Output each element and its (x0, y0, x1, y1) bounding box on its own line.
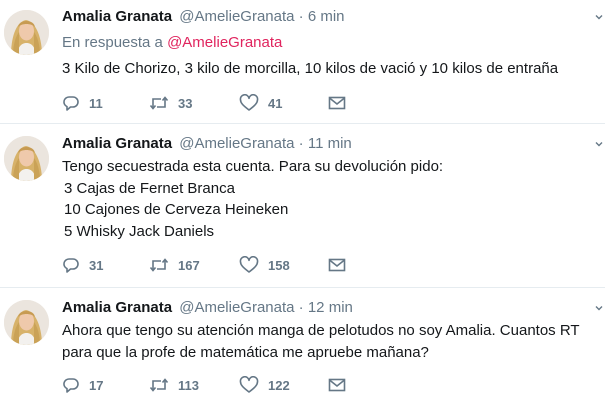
reply-icon (62, 94, 80, 112)
reply-icon (62, 256, 80, 274)
timestamp[interactable]: 12 min (308, 299, 353, 316)
retweet-icon (149, 94, 169, 112)
tweet-text-line: para que la profe de matemática me aprue… (62, 343, 429, 361)
tweet-text-line: Ahora que tengo su atención manga de pel… (62, 322, 580, 339)
user-handle[interactable]: @AmelieGranata (179, 8, 294, 25)
avatar[interactable] (4, 10, 49, 55)
reply-count: 11 (89, 95, 103, 111)
tweet-actions: 17 113 122 (62, 376, 362, 394)
avatar[interactable] (4, 136, 49, 181)
reply-button[interactable]: 31 (62, 256, 103, 274)
tweet-header: Amalia Granata @AmelieGranata · 6 min (62, 8, 345, 26)
tweet[interactable]: Amalia Granata @AmelieGranata · 12 min A… (0, 288, 605, 405)
chevron-down-icon[interactable] (595, 304, 603, 312)
like-count: 158 (268, 257, 290, 273)
retweet-count: 113 (178, 377, 199, 393)
envelope-icon (328, 257, 346, 273)
retweet-icon (149, 256, 169, 274)
retweet-count: 167 (178, 257, 200, 273)
envelope-icon (328, 377, 346, 393)
direct-message-button[interactable] (328, 94, 346, 112)
reply-button[interactable]: 17 (62, 376, 103, 394)
display-name[interactable]: Amalia Granata (62, 135, 172, 152)
display-name[interactable]: Amalia Granata (62, 299, 172, 316)
chevron-down-icon[interactable] (595, 140, 603, 148)
heart-icon (239, 256, 259, 274)
timestamp[interactable]: 6 min (308, 8, 345, 25)
reply-icon (62, 376, 80, 394)
user-handle[interactable]: @AmelieGranata (179, 135, 294, 152)
like-button[interactable]: 158 (239, 256, 290, 274)
tweet-text: Tengo secuestrada esta cuenta. Para su d… (62, 156, 443, 242)
direct-message-button[interactable] (328, 256, 346, 274)
tweet-text-line: Tengo secuestrada esta cuenta. Para su d… (62, 158, 444, 175)
separator-dot: · (298, 8, 304, 25)
tweet-text-line: 3 Kilo de Chorizo, 3 kilo de morcilla, 1… (62, 60, 559, 77)
retweet-button[interactable]: 167 (149, 256, 200, 274)
tweet-text-line: 10 Cajones de Cerveza Heineken (64, 201, 289, 218)
like-count: 122 (268, 377, 290, 393)
tweet-text: 3 Kilo de Chorizo, 3 kilo de morcilla, 1… (62, 58, 558, 80)
direct-message-button[interactable] (328, 376, 346, 394)
retweet-count: 33 (178, 95, 193, 111)
envelope-icon (328, 95, 346, 111)
reply-count: 17 (89, 377, 104, 393)
chevron-down-icon[interactable] (595, 13, 603, 21)
timestamp[interactable]: 11 min (308, 135, 352, 152)
reply-context: En respuesta a @AmelieGranata (62, 34, 282, 51)
tweet-header: Amalia Granata @AmelieGranata · 11 min (62, 135, 352, 153)
tweet-text: Ahora que tengo su atención manga de pel… (62, 320, 580, 363)
heart-icon (239, 376, 259, 394)
retweet-icon (149, 376, 169, 394)
reply-count: 31 (89, 257, 104, 273)
retweet-button[interactable]: 113 (149, 376, 199, 394)
separator-dot: · (298, 299, 304, 316)
heart-icon (239, 94, 259, 112)
tweet-text-line: 3 Cajas de Fernet Branca (64, 179, 235, 197)
tweet-actions: 11 33 41 (62, 94, 362, 112)
display-name[interactable]: Amalia Granata (62, 8, 172, 25)
reply-button[interactable]: 11 (62, 94, 103, 112)
tweet-text-line: 5 Whisky Jack Daniels (64, 222, 215, 240)
like-button[interactable]: 41 (239, 94, 282, 112)
tweet[interactable]: Amalia Granata @AmelieGranata · 6 min En… (0, 0, 605, 123)
reply-prefix: En respuesta a (62, 34, 163, 51)
like-count: 41 (268, 95, 283, 111)
tweet-header: Amalia Granata @AmelieGranata · 12 min (62, 299, 353, 317)
user-handle[interactable]: @AmelieGranata (179, 299, 294, 316)
tweet[interactable]: Amalia Granata @AmelieGranata · 11 min T… (0, 124, 605, 287)
separator-dot: · (298, 135, 304, 152)
avatar[interactable] (4, 300, 49, 345)
tweet-actions: 31 167 158 (62, 256, 362, 274)
like-button[interactable]: 122 (239, 376, 290, 394)
retweet-button[interactable]: 33 (149, 94, 192, 112)
reply-mention-link[interactable]: @AmelieGranata (167, 34, 282, 51)
